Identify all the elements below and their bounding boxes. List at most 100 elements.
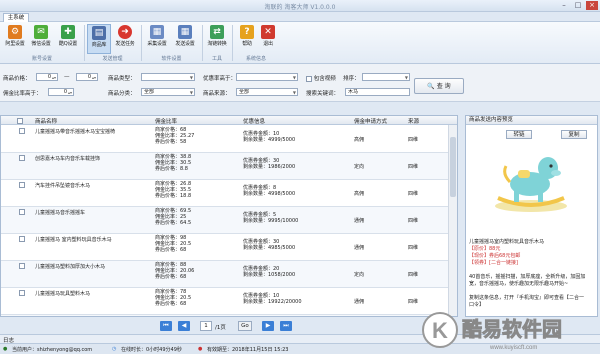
preview-title: 商品发送内容预览 (466, 116, 597, 125)
info-cell: 优惠券金额：10 剩余数量：19922/20000 (243, 293, 302, 305)
convert-link-button[interactable]: 转链 (506, 130, 532, 139)
preview-line: 宽，音乐摇摇马，使乐趣加无限乐趣马开始~ (469, 281, 569, 287)
preview-line: 【原价】88元 (469, 246, 501, 252)
ribbon-toolbar: ⚙ 阿里设置 ✉ 微信设置 ✚ 酷Q设置 ▤ 商品库 ➜ 发送任务 ▦ 采集设置 ▦ 发送设置… (0, 22, 600, 64)
chevron-down-icon: ▼ (189, 75, 193, 80)
source-cell: 四维 (408, 191, 419, 197)
rate-cell: 商家价格：98 佣金比率：20.5 券后价格：68 (155, 235, 192, 253)
source-cell: 四维 (408, 164, 419, 170)
type-cell: 通佣 (354, 218, 365, 224)
close-icon[interactable]: × (586, 1, 598, 10)
coolq-icon: ✚ (61, 25, 75, 39)
type-cell: 高佣 (354, 137, 365, 143)
col-rate[interactable]: 佣金比率 (155, 117, 177, 125)
rate-high-select[interactable]: ▼ (236, 73, 298, 81)
product-name: 儿童摇摇马玩具塑料木马 (35, 291, 91, 297)
product-table: 商品名称 佣金比率 优惠信息 佣金申请方式 来源 儿童摇摇马带音乐摇摇木马宝宝摇… (0, 115, 458, 317)
sort-select[interactable]: ▼ (362, 73, 410, 81)
video-checkbox[interactable]: 包含视频 (306, 74, 336, 82)
group-account-settings: 账号设置 (31, 56, 52, 62)
collect-settings-button[interactable]: ▦ 采集设置 (145, 24, 169, 54)
wechat-icon: ✉ (34, 25, 48, 39)
exit-icon: ✕ (261, 25, 275, 39)
send-icon: ➜ (118, 25, 132, 39)
scroll-thumb[interactable] (450, 137, 456, 197)
type-label: 商品类型： (108, 76, 136, 82)
convert-icon: ⇄ (210, 25, 224, 39)
title-bar: 淘联的 淘客大师 V1.0.0.0 – □ × (0, 0, 600, 12)
col-name[interactable]: 商品名称 (35, 117, 57, 125)
group-send-management: 发送管理 (102, 56, 123, 62)
vertical-scrollbar[interactable] (448, 125, 457, 316)
next-page-button[interactable]: ▶ (262, 321, 274, 331)
ali-settings-button[interactable]: ⚙ 阿里设置 (3, 24, 27, 54)
table-header: 商品名称 佣金比率 优惠信息 佣金申请方式 来源 (1, 116, 457, 125)
price-to-input[interactable]: 0 ▴▾ (76, 73, 98, 81)
preview-line: 复制这条信息，打开『手机淘宝』即可查看【二合一 (469, 295, 585, 301)
commission-input[interactable]: 0 ▴▾ (48, 88, 74, 96)
rate-cell: 商家价格：38.8 佣金比率：30.5 券后价格：8.8 (155, 154, 192, 172)
table-row[interactable]: ▶ (1, 315, 449, 316)
col-type[interactable]: 佣金申请方式 (354, 117, 387, 125)
spin-icon: ▴▾ (51, 75, 56, 80)
wechat-settings-button[interactable]: ✉ 微信设置 (29, 24, 53, 54)
preview-line: 40首音乐，摇摇扫描，加厚底座，全新升级，加固加 (469, 274, 586, 280)
help-icon: ? (240, 25, 254, 39)
product-library-button[interactable]: ▤ 商品库 (87, 24, 111, 54)
group-tools: 工具 (211, 56, 222, 62)
exit-button[interactable]: ✕ 退出 (256, 24, 280, 54)
type-cell: 定向 (354, 164, 365, 170)
commission-label: 佣金比率高于： (3, 91, 42, 97)
table-row[interactable]: 儿童摇摇马塑料加厚加大小木马 商家价格：88 佣金比率：20.06 券后价格：6… (1, 261, 449, 288)
keyword-input[interactable]: 木马 (345, 88, 410, 96)
source-label: 商品来源： (203, 91, 231, 97)
category-label: 商品分类： (108, 91, 136, 97)
window-controls: – □ × (558, 1, 598, 10)
send-task-button[interactable]: ➜ 发送任务 (113, 24, 137, 54)
rate-cell: 商家价格：78 佣金比率：20.5 券后价格：68 (155, 289, 192, 307)
prev-page-button[interactable]: ◀ (178, 321, 190, 331)
product-name: 儿童摇摇马 室内塑料玩具音乐木马 (35, 237, 112, 243)
spin-icon: ▴▾ (91, 75, 96, 80)
category-select[interactable]: 全部 ▼ (141, 88, 195, 96)
link-convert-button[interactable]: ⇄ 淘链转换 (205, 24, 229, 54)
pagination: ⏮ ◀ 1 /1页 Go ▶ ⏭ (0, 318, 458, 334)
preview-panel: 商品发送内容预览 转链 复制 儿童摇摇马室内塑料玩具音乐木马 【原价】88元 【… (465, 115, 598, 317)
first-page-button[interactable]: ⏮ (160, 321, 172, 331)
tab-main-system[interactable]: 主系统 (3, 13, 29, 22)
svg-text:www.kuyiscft.com: www.kuyiscft.com (489, 345, 537, 351)
go-button[interactable]: Go (238, 321, 252, 331)
clock-icon: ◷ (112, 346, 117, 352)
user-icon: ● (3, 346, 8, 352)
collect-icon: ▦ (150, 25, 164, 39)
minimize-icon[interactable]: – (558, 1, 570, 10)
coolq-settings-button[interactable]: ✚ 酷Q设置 (56, 24, 80, 54)
price-label: 商品价格： (3, 76, 31, 82)
chevron-down-icon: ▼ (292, 90, 296, 95)
col-info[interactable]: 优惠信息 (243, 117, 265, 125)
send-settings-button[interactable]: ▦ 发送设置 (173, 24, 197, 54)
table-row[interactable]: 儿童摇摇马音乐摇摇车 商家价格：69.5 佣金比率：25 券后价格：64.5 优… (1, 207, 449, 234)
page-input[interactable]: 1 (200, 321, 212, 331)
info-cell: 优惠券金额：8 剩余数量：4998/5000 (243, 185, 296, 197)
table-row[interactable]: 儿童摇摇马 室内塑料玩具音乐木马 商家价格：98 佣金比率：20.5 券后价格：… (1, 234, 449, 261)
library-icon: ▤ (92, 26, 106, 40)
source-select[interactable]: 全部 ▼ (236, 88, 298, 96)
table-row[interactable]: 创思嘉木马车内音乐车载挂饰 商家价格：38.8 佣金比率：30.5 券后价格：8… (1, 153, 449, 180)
preview-line: 【现价】券后68元包邮 (469, 253, 521, 259)
query-button[interactable]: 🔍 查 询 (414, 78, 464, 94)
price-from-input[interactable]: 0 ▴▾ (36, 73, 58, 81)
source-cell: 四维 (408, 299, 419, 305)
chevron-down-icon: ▼ (404, 75, 408, 80)
copy-button[interactable]: 复制 (561, 130, 587, 139)
type-select[interactable]: ▼ (141, 73, 195, 81)
type-cell: 定向 (354, 272, 365, 278)
maximize-icon[interactable]: □ (572, 1, 584, 10)
rate-high-label: 优惠率高于： (203, 76, 237, 82)
table-row[interactable]: 汽车挂件吊坠镜音乐木马 商家价格：26.8 佣金比率：35.5 券后价格：18.… (1, 180, 449, 207)
range-dash: — (64, 74, 70, 80)
col-source[interactable]: 来源 (408, 117, 419, 125)
table-row[interactable]: 儿童摇摇马带音乐摇摇木马宝宝摇椅 商家价格：68 佣金比率：25.27 券后价格… (1, 126, 449, 153)
last-page-button[interactable]: ⏭ (280, 321, 292, 331)
table-row[interactable]: 儿童摇摇马玩具塑料木马 商家价格：78 佣金比率：20.5 券后价格：68 优惠… (1, 288, 449, 315)
